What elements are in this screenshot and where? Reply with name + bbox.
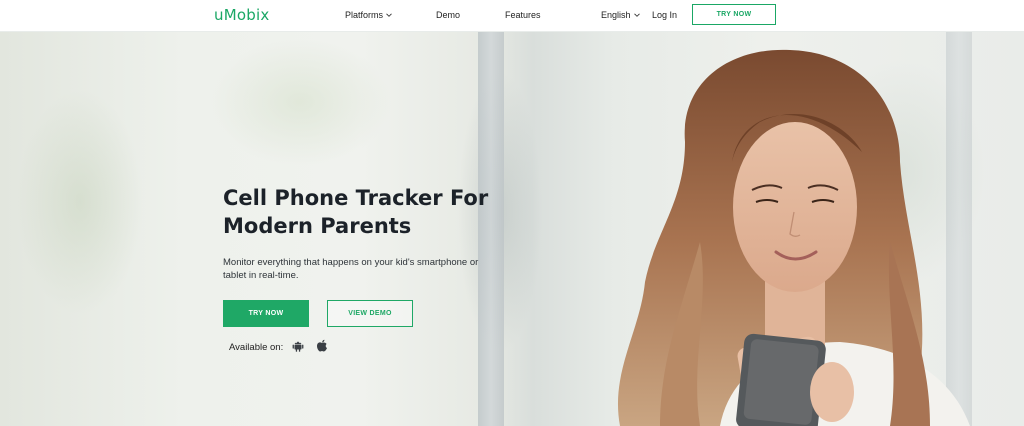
view-demo-button[interactable]: VIEW DEMO (327, 300, 413, 327)
hero-subtitle: Monitor everything that happens on your … (223, 257, 479, 281)
hero-title-line-1: Cell Phone Tracker For (223, 186, 489, 210)
try-now-button[interactable]: TRY NOW (223, 300, 309, 327)
top-navbar: uMobix Platforms Demo Features English L… (0, 0, 1024, 32)
chevron-down-icon (633, 13, 640, 17)
login-label: Log In (652, 10, 678, 20)
login-link[interactable]: Log In (652, 10, 677, 20)
hero-title-line-2: Modern Parents (223, 214, 412, 238)
nav-platforms-label: Platforms (345, 10, 384, 20)
nav-features-label: Features (505, 10, 541, 20)
nav-try-now-button[interactable]: TRY NOW (692, 4, 776, 25)
woman-with-phone-image (617, 49, 970, 426)
umobix-logo[interactable]: uMobix (214, 6, 269, 24)
hero-section: Cell Phone Tracker For Modern Parents Mo… (0, 32, 1024, 426)
android-icon[interactable] (292, 339, 304, 352)
nav-platforms[interactable]: Platforms (345, 10, 393, 20)
language-selector[interactable]: English (601, 10, 641, 20)
nav-demo-label: Demo (436, 10, 461, 20)
language-label: English (601, 10, 631, 20)
chevron-down-icon (386, 13, 392, 17)
available-on-label: Available on: (229, 342, 284, 353)
nav-features[interactable]: Features (505, 10, 541, 20)
nav-demo[interactable]: Demo (436, 10, 460, 20)
hero-title: Cell Phone Tracker For Modern Parents (223, 184, 523, 240)
apple-icon[interactable] (316, 339, 328, 352)
